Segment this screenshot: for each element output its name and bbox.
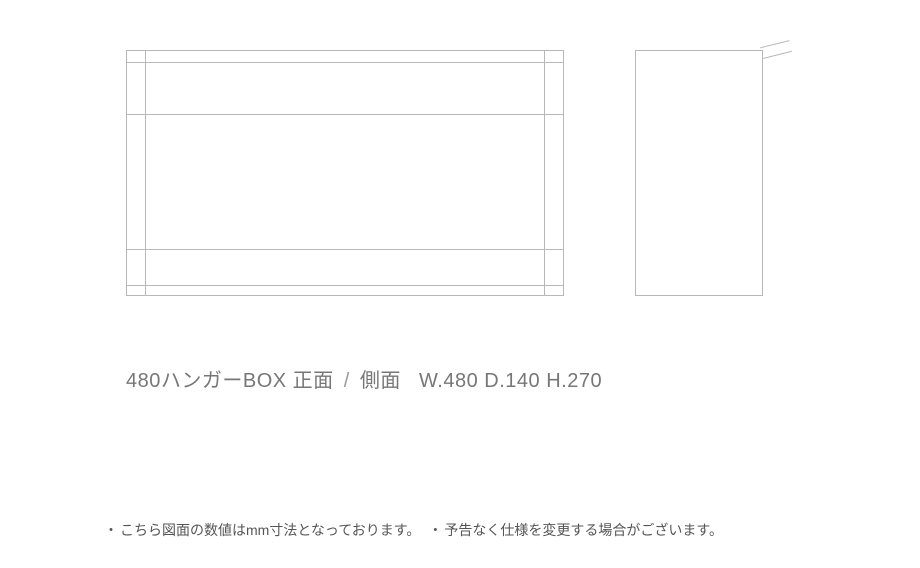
front-frame-right <box>544 51 545 295</box>
view-front-label: 正面 <box>293 370 334 392</box>
front-slat-lower <box>127 249 563 250</box>
side-flap <box>760 40 792 59</box>
front-slat-bottom <box>127 285 563 286</box>
footnote-line2: 予告なく仕様を変更する場合がございます。 <box>444 522 723 538</box>
bullet-icon: ・ <box>428 522 442 538</box>
side-view-box <box>635 50 763 296</box>
caption-slash: / <box>344 370 350 392</box>
footnote-line1: こちら図面の数値はmm寸法となっております。 <box>120 522 420 538</box>
footnote: ・こちら図面の数値はmm寸法となっております。・予告なく仕様を変更する場合がござ… <box>104 520 723 541</box>
diagram-canvas: 480ハンガーBOX 正面 / 側面 W.480 D.140 H.270 ・こち… <box>0 0 920 568</box>
product-name: 480ハンガーBOX <box>126 370 287 392</box>
view-side-label: 側面 <box>360 370 401 392</box>
front-slat-upper <box>127 114 563 115</box>
product-caption: 480ハンガーBOX 正面 / 側面 W.480 D.140 H.270 <box>126 364 602 393</box>
product-dimensions: W.480 D.140 H.270 <box>419 370 602 392</box>
front-slat-top <box>127 62 563 63</box>
bullet-icon: ・ <box>104 522 118 538</box>
front-frame-left <box>145 51 146 295</box>
front-view-box <box>126 50 564 296</box>
